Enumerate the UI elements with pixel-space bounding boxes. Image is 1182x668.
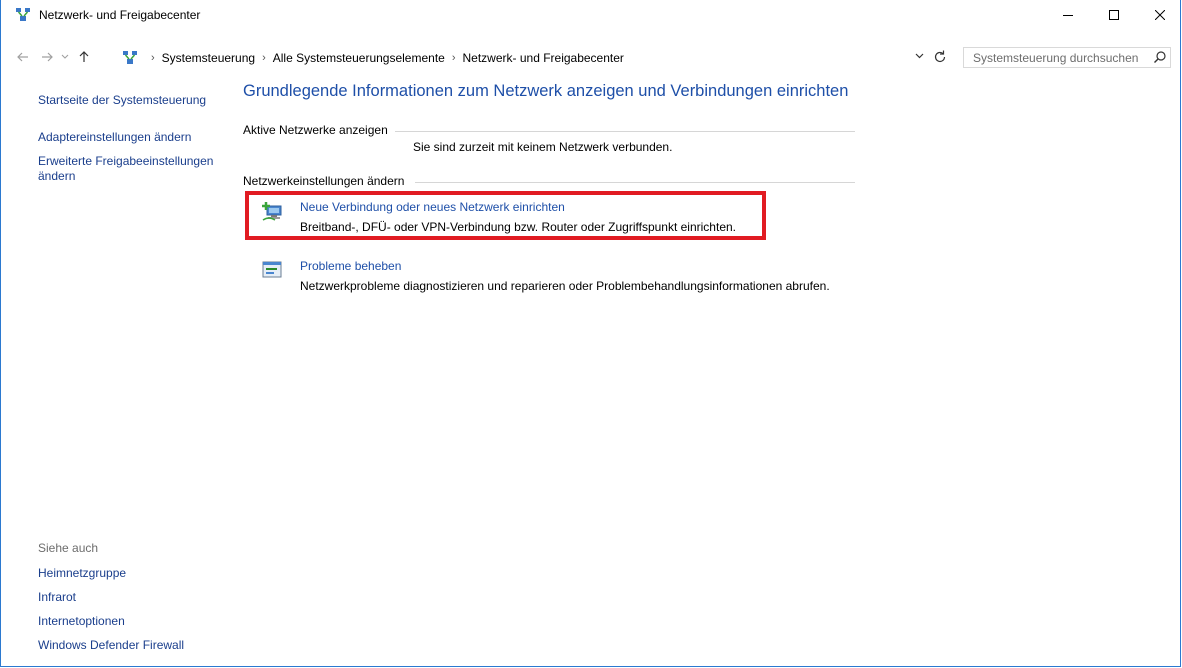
troubleshoot-link[interactable]: Probleme beheben (300, 259, 401, 273)
internet-options-link[interactable]: Internetoptionen (38, 614, 125, 629)
breadcrumb-item-systemsteuerung[interactable]: Systemsteuerung (162, 51, 255, 65)
breadcrumb-item-all-items[interactable]: Alle Systemsteuerungselemente (273, 51, 445, 65)
homegroup-link[interactable]: Heimnetzgruppe (38, 566, 126, 581)
network-center-icon (123, 51, 137, 64)
minimize-icon (1063, 15, 1073, 16)
breadcrumb-item-network-center[interactable]: Netzwerk- und Freigabecenter (463, 51, 624, 65)
arrow-up-icon (79, 51, 89, 62)
window: Netzwerk- und Freigabecenter › Systemste… (0, 0, 1181, 667)
close-button[interactable] (1137, 0, 1182, 30)
section-divider (415, 182, 855, 183)
back-button[interactable] (15, 47, 31, 67)
page-title: Grundlegende Informationen zum Netzwerk … (243, 82, 849, 100)
chevron-down-icon (61, 54, 69, 59)
address-dropdown-button[interactable] (915, 51, 924, 62)
address-bar[interactable]: › Systemsteuerung › Alle Systemsteuerung… (115, 46, 957, 70)
firewall-link[interactable]: Windows Defender Firewall (38, 638, 184, 653)
refresh-icon (934, 50, 946, 63)
chevron-down-icon (915, 53, 924, 59)
chevron-right-icon[interactable]: › (452, 52, 456, 64)
troubleshoot-task: Probleme beheben Netzwerkprobleme diagno… (261, 259, 830, 319)
new-connection-icon (262, 202, 282, 221)
new-connection-task: Neue Verbindung oder neues Netzwerk einr… (261, 200, 781, 244)
chevron-right-icon[interactable]: › (151, 52, 155, 64)
close-icon (1155, 10, 1165, 20)
recent-locations-button[interactable] (59, 47, 71, 67)
forward-button[interactable] (39, 47, 55, 67)
navigation-bar: › Systemsteuerung › Alle Systemsteuerung… (1, 44, 1181, 70)
see-also-heading: Siehe auch (38, 541, 99, 555)
advanced-sharing-link[interactable]: Erweiterte Freigabeeinstellungen ändern (38, 154, 218, 184)
new-connection-description: Breitband-, DFÜ- oder VPN-Verbindung bzw… (300, 220, 736, 234)
arrow-right-icon (42, 52, 53, 62)
control-panel-home-link[interactable]: Startseite der Systemsteuerung (38, 93, 206, 108)
breadcrumb: › Systemsteuerung › Alle Systemsteuerung… (144, 51, 624, 65)
up-button[interactable] (76, 47, 92, 67)
arrow-left-icon (17, 52, 28, 62)
section-divider (395, 131, 855, 132)
maximize-button[interactable] (1091, 0, 1137, 30)
search-icon[interactable] (1153, 50, 1167, 64)
chevron-right-icon[interactable]: › (262, 52, 266, 64)
network-settings-heading: Netzwerkeinstellungen ändern (243, 174, 411, 188)
troubleshoot-icon (262, 261, 282, 278)
title-bar: Netzwerk- und Freigabecenter (1, 0, 1181, 30)
refresh-button[interactable] (934, 49, 947, 66)
active-networks-heading: Aktive Netzwerke anzeigen (243, 123, 394, 137)
new-connection-link[interactable]: Neue Verbindung oder neues Netzwerk einr… (300, 200, 565, 214)
no-network-status: Sie sind zurzeit mit keinem Netzwerk ver… (413, 140, 673, 154)
adapter-settings-link[interactable]: Adaptereinstellungen ändern (38, 130, 191, 145)
search-input[interactable] (964, 48, 1153, 67)
maximize-icon (1109, 10, 1119, 20)
minimize-button[interactable] (1045, 0, 1091, 30)
search-box (963, 47, 1171, 68)
window-title: Netzwerk- und Freigabecenter (39, 8, 201, 22)
network-center-icon (16, 8, 30, 21)
troubleshoot-description: Netzwerkprobleme diagnostizieren und rep… (300, 279, 830, 293)
infrared-link[interactable]: Infrarot (38, 590, 76, 605)
